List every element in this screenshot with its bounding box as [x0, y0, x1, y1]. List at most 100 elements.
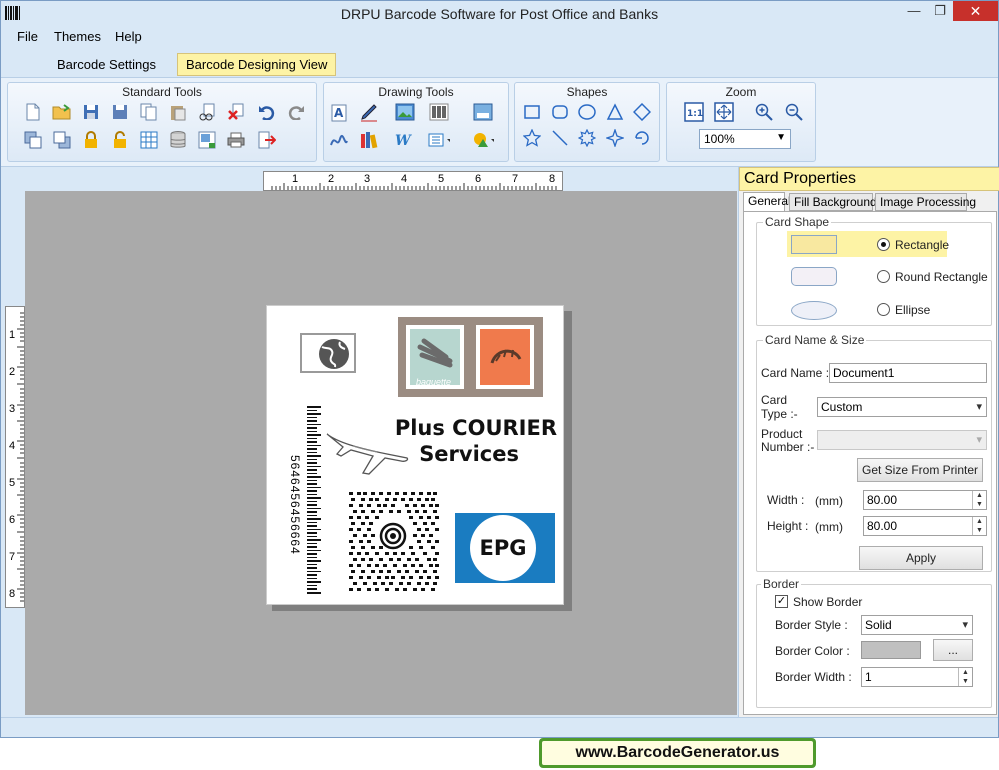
tab-barcode-designing-view[interactable]: Barcode Designing View [177, 53, 337, 76]
card-title-line1[interactable]: Plus COURIER [267, 416, 557, 440]
chevron-down-icon: ▼ [776, 132, 786, 143]
design-canvas[interactable]: baguette 5646456456664 Plus COURIER Serv… [25, 191, 737, 715]
border-width-spinner[interactable]: ▲ ▼ [958, 668, 972, 686]
barcode-tool-icon[interactable] [428, 101, 450, 123]
maximize-button[interactable]: ❐ [927, 1, 953, 21]
rounded-rectangle-shape-icon[interactable] [549, 101, 571, 123]
card-name-size-fieldset: Card Name & Size Card Name : Document1 C… [756, 333, 992, 572]
tab-image-processing[interactable]: Image Processing [875, 193, 976, 211]
zoom-in-icon[interactable] [753, 101, 775, 123]
border-fieldset: Border ✓ Show Border Border Style : Soli… [756, 577, 992, 708]
width-input[interactable]: 80.00 ▲ ▼ [863, 490, 987, 510]
height-input[interactable]: 80.00 ▲ ▼ [863, 516, 987, 536]
minimize-button[interactable]: — [901, 1, 927, 21]
ruler-label-h: 8 [549, 173, 556, 185]
show-border-checkbox[interactable]: ✓ [775, 595, 788, 608]
word-art-icon[interactable]: W [394, 129, 416, 151]
tab-general[interactable]: General [743, 192, 791, 211]
border-color-swatch[interactable] [861, 641, 921, 659]
bring-front-icon[interactable] [22, 129, 44, 151]
ruler-label-v: 8 [9, 588, 16, 600]
rectangle-radio[interactable] [877, 238, 890, 251]
epg-logo[interactable]: EPG [455, 513, 555, 583]
border-style-select[interactable]: Solid ▾ [861, 615, 973, 635]
copy-page-icon[interactable] [138, 101, 160, 123]
fit-to-window-icon[interactable] [713, 101, 735, 123]
tab-barcode-settings[interactable]: Barcode Settings [49, 55, 164, 74]
chevron-down-icon: ▾ [962, 619, 968, 631]
border-width-label: Border Width : [775, 670, 852, 684]
vertical-ruler: 1 2 3 4 5 6 7 8 [5, 306, 25, 608]
database-icon[interactable] [167, 129, 189, 151]
height-spinner[interactable]: ▲ ▼ [972, 517, 986, 535]
four-point-star-shape-icon[interactable] [604, 127, 626, 149]
width-spinner[interactable]: ▲ ▼ [972, 491, 986, 509]
redo-icon[interactable] [285, 101, 307, 123]
exit-icon[interactable] [256, 129, 278, 151]
rectangle-shape-icon[interactable] [521, 101, 543, 123]
card-name-label: Card Name : [761, 366, 830, 380]
cut-icon[interactable] [196, 101, 218, 123]
apply-button[interactable]: Apply [859, 546, 983, 570]
rectangle-shape-preview[interactable] [791, 235, 837, 254]
round-rectangle-radio[interactable] [877, 270, 890, 283]
border-width-input[interactable]: 1 ▲ ▼ [861, 667, 973, 687]
get-size-from-printer-button[interactable]: Get Size From Printer [857, 458, 983, 482]
actual-size-icon[interactable]: 1:1 [683, 101, 705, 123]
insert-shape-icon[interactable] [472, 129, 494, 151]
signature-icon[interactable] [328, 129, 350, 151]
save-icon[interactable] [80, 101, 102, 123]
line-shape-icon[interactable] [549, 127, 571, 149]
watermark-icon[interactable] [472, 101, 494, 123]
lock-icon[interactable] [80, 129, 102, 151]
view-tabs: Barcode Settings Barcode Designing View [1, 51, 998, 77]
ruler-label-h: 1 [292, 173, 299, 185]
round-rectangle-shape-preview[interactable] [791, 267, 837, 286]
star-shape-icon[interactable] [521, 127, 543, 149]
border-color-browse-button[interactable]: ... [933, 639, 973, 661]
undo-icon[interactable] [256, 101, 278, 123]
zoom-out-icon[interactable] [783, 101, 805, 123]
card-type-select[interactable]: Custom ▾ [817, 397, 987, 417]
diamond-shape-icon[interactable] [631, 101, 653, 123]
paste-icon[interactable] [167, 101, 189, 123]
zoom-level-select[interactable]: 100% ▼ [699, 129, 791, 149]
picture-icon[interactable] [394, 101, 416, 123]
close-button[interactable]: ✕ [953, 1, 998, 21]
ruler-label-h: 4 [401, 173, 408, 185]
ruler-label-v: 5 [9, 477, 16, 489]
triangle-shape-icon[interactable] [604, 101, 626, 123]
image-export-icon[interactable] [196, 129, 218, 151]
grid-icon[interactable] [138, 129, 160, 151]
align-icon[interactable] [428, 129, 450, 151]
send-back-icon[interactable] [51, 129, 73, 151]
burst-shape-icon[interactable] [576, 127, 598, 149]
open-icon[interactable] [51, 101, 73, 123]
new-icon[interactable] [22, 101, 44, 123]
unlock-icon[interactable] [109, 129, 131, 151]
svg-text:A: A [334, 106, 344, 120]
menu-themes[interactable]: Themes [54, 29, 101, 44]
tab-fill-background[interactable]: Fill Background [789, 193, 877, 211]
pencil-icon[interactable] [358, 101, 380, 123]
menu-help[interactable]: Help [115, 29, 142, 44]
delete-icon[interactable] [225, 101, 247, 123]
card-title-line2[interactable]: Services [267, 442, 519, 466]
label-card[interactable]: baguette 5646456456664 Plus COURIER Serv… [266, 305, 564, 605]
card-name-input[interactable]: Document1 [829, 363, 987, 383]
menu-file[interactable]: File [17, 29, 38, 44]
postage-stamps-image[interactable]: baguette [398, 317, 543, 397]
ellipse-shape-preview[interactable] [791, 301, 837, 320]
maxicode-2d-barcode[interactable] [349, 492, 439, 592]
save-as-icon[interactable] [109, 101, 131, 123]
width-value: 80.00 [867, 493, 898, 507]
print-icon[interactable] [225, 129, 247, 151]
card-type-label-2: Type :- [761, 407, 798, 421]
ellipse-shape-icon[interactable] [576, 101, 598, 123]
globe-icon[interactable] [300, 333, 358, 375]
text-tool-icon[interactable]: A [328, 101, 350, 123]
card-shape-fieldset: Card Shape Rectangle Round Rectangle Ell… [756, 215, 992, 326]
library-icon[interactable] [358, 129, 380, 151]
arc-shape-icon[interactable] [631, 127, 653, 149]
ellipse-radio[interactable] [877, 303, 890, 316]
